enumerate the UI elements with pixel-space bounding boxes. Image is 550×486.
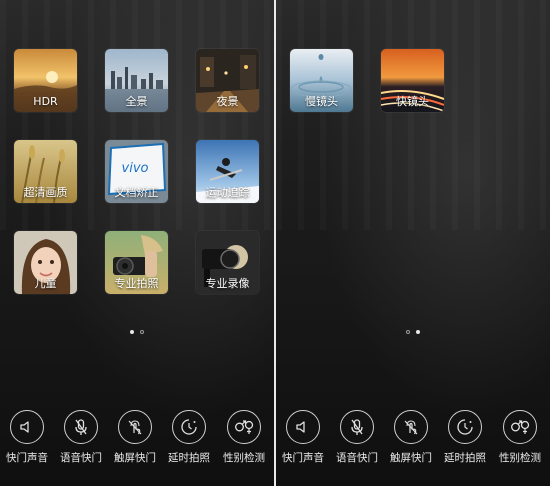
voice-shutter-circle <box>340 410 374 444</box>
mode-tile-pro-video[interactable]: 专业录像 <box>196 231 259 294</box>
mode-tile-motion[interactable]: 运动追踪 <box>196 140 259 203</box>
camera-modes-page-2: 慢镜头 快镜头 快门声音 语音快门 触屏快门 延时拍照 性别检测 <box>276 0 550 486</box>
shutter-sound-button[interactable]: 快门声音 <box>277 410 329 465</box>
voice-shutter-circle <box>64 410 98 444</box>
touch-shutter-label: 触屏快门 <box>114 452 156 464</box>
timer-icon <box>181 419 197 435</box>
mode-tile-panorama[interactable]: 全景 <box>105 49 168 112</box>
timer-label: 延时拍照 <box>444 452 486 464</box>
voice-shutter-label: 语音快门 <box>60 452 102 464</box>
gender-icon <box>235 420 254 434</box>
microphone-off-icon <box>75 419 87 435</box>
settings-toolbar: 快门声音 语音快门 触屏快门 延时拍照 性别检测 <box>0 410 274 470</box>
mode-label: 夜景 <box>216 95 239 108</box>
gender-detect-circle <box>227 410 261 444</box>
mode-tile-night[interactable]: 夜景 <box>196 49 259 112</box>
mode-tile-pro-photo[interactable]: 专业拍照 <box>105 231 168 294</box>
shutter-sound-circle <box>10 410 44 444</box>
mode-label: 专业拍照 <box>114 277 159 290</box>
touch-shutter-button[interactable]: 触屏快门 <box>109 410 161 465</box>
touch-shutter-button[interactable]: 触屏快门 <box>385 410 437 465</box>
gender-detect-label: 性别检测 <box>223 452 265 464</box>
page-indicator <box>276 319 550 338</box>
voice-shutter-button[interactable]: 语音快门 <box>55 410 107 465</box>
timer-label: 延时拍照 <box>168 452 210 464</box>
speaker-icon <box>20 421 29 433</box>
mode-label: 专业录像 <box>205 277 250 290</box>
mode-label: 全景 <box>125 95 148 108</box>
mode-label: 快镜头 <box>396 95 429 108</box>
shutter-sound-circle <box>286 410 320 444</box>
shutter-sound-label: 快门声音 <box>6 452 48 464</box>
timer-icon <box>457 419 473 435</box>
touch-off-icon <box>404 420 418 435</box>
gender-icon <box>511 420 530 434</box>
voice-shutter-button[interactable]: 语音快门 <box>331 410 383 465</box>
vivo-logo-text: vivo <box>122 161 149 176</box>
gender-detect-button[interactable]: 性别检测 <box>494 410 546 465</box>
mode-tile-fast-motion[interactable]: 快镜头 <box>381 49 444 112</box>
touch-shutter-label: 触屏快门 <box>390 452 432 464</box>
shutter-sound-button[interactable]: 快门声音 <box>1 410 53 465</box>
shutter-sound-label: 快门声音 <box>282 452 324 464</box>
mode-tile-slow-motion[interactable]: 慢镜头 <box>290 49 353 112</box>
touch-shutter-circle <box>394 410 428 444</box>
touch-shutter-circle <box>118 410 152 444</box>
mode-label: 慢镜头 <box>305 95 338 108</box>
page-dot-2[interactable] <box>140 330 144 334</box>
mode-label: HDR <box>33 95 58 108</box>
timer-button[interactable]: 延时拍照 <box>439 410 491 465</box>
mode-label: 运动追踪 <box>205 186 250 199</box>
voice-shutter-label: 语音快门 <box>336 452 378 464</box>
mode-tile-hdr[interactable]: HDR <box>14 49 77 112</box>
gender-detect-circle <box>503 410 537 444</box>
page-dot-2[interactable] <box>416 330 420 334</box>
page-dot-1[interactable] <box>406 330 410 334</box>
mode-tile-document[interactable]: vivo 文档矫正 <box>105 140 168 203</box>
timer-circle <box>172 410 206 444</box>
mode-label: 超清画质 <box>23 186 68 199</box>
mode-label: 儿童 <box>34 277 57 290</box>
speaker-icon <box>296 421 305 433</box>
camera-modes-page-1: HDR 全景 夜景 超清画质 vivo 文档矫正 运动追踪 儿童 专业拍照 专业… <box>0 0 274 486</box>
page-indicator <box>0 319 274 338</box>
microphone-off-icon <box>351 419 363 435</box>
touch-off-icon <box>128 420 142 435</box>
timer-circle <box>448 410 482 444</box>
settings-toolbar: 快门声音 语音快门 触屏快门 延时拍照 性别检测 <box>276 410 550 470</box>
mode-tile-super-hd[interactable]: 超清画质 <box>14 140 77 203</box>
gender-detect-label: 性别检测 <box>499 452 541 464</box>
gender-detect-button[interactable]: 性别检测 <box>218 410 270 465</box>
timer-button[interactable]: 延时拍照 <box>163 410 215 465</box>
mode-tile-children[interactable]: 儿童 <box>14 231 77 294</box>
page-dot-1[interactable] <box>130 330 134 334</box>
mode-label: 文档矫正 <box>114 186 159 199</box>
